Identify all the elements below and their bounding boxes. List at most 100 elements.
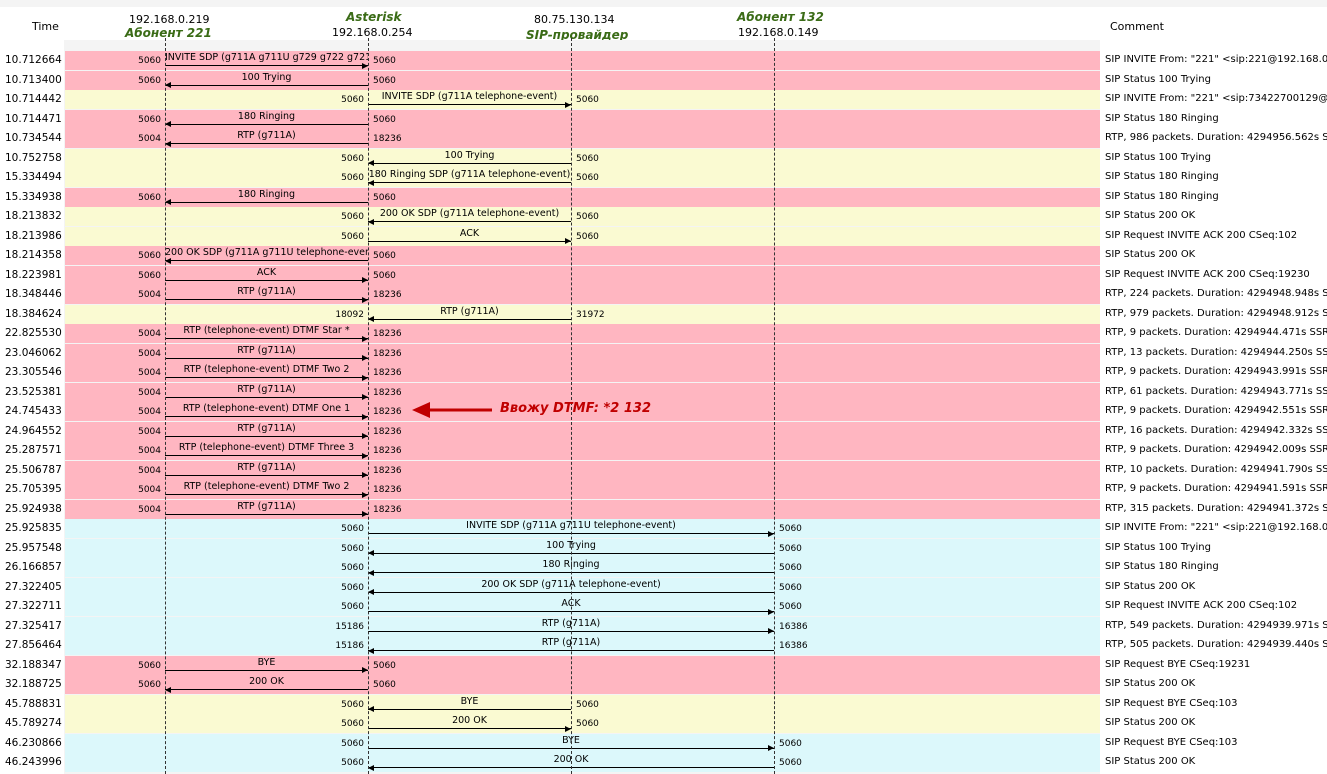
message-label[interactable]: RTP (telephone-event) DTMF Star *: [165, 325, 368, 336]
message-arrow[interactable]: [165, 669, 368, 671]
message-label[interactable]: RTP (telephone-event) DTMF Two 2: [165, 364, 368, 375]
message-arrow[interactable]: [368, 708, 571, 710]
host-name-132: Абонент 132: [737, 10, 824, 24]
message-arrow[interactable]: [165, 279, 368, 281]
comment-column-header[interactable]: Comment: [1110, 20, 1164, 33]
message-label[interactable]: RTP (telephone-event) DTMF One 1: [165, 403, 368, 414]
time-column-header[interactable]: Time: [32, 20, 59, 33]
message-arrow[interactable]: [165, 143, 368, 144]
message-label[interactable]: RTP (g711A): [165, 423, 368, 434]
row-comment: RTP, 224 packets. Duration: 4294948.948s…: [1105, 288, 1327, 299]
message-arrow[interactable]: [165, 377, 368, 378]
row-time: 18.384624: [5, 307, 62, 320]
row-time: 10.714442: [5, 93, 62, 105]
message-arrow[interactable]: [165, 260, 368, 261]
message-arrow[interactable]: [368, 728, 571, 729]
message-arrow[interactable]: [368, 182, 571, 183]
message-label[interactable]: RTP (g711A): [165, 384, 368, 395]
message-label[interactable]: 100 Trying: [368, 150, 571, 161]
message-label[interactable]: RTP (g711A): [165, 345, 368, 356]
message-arrow[interactable]: [368, 221, 571, 222]
message-arrow[interactable]: [165, 494, 368, 495]
message-arrow[interactable]: [165, 689, 368, 690]
message-arrow[interactable]: [165, 338, 368, 339]
message-label[interactable]: RTP (g711A): [368, 306, 571, 317]
dtmf-annotation: Ввожу DTMF: *2 132: [500, 401, 651, 416]
message-label[interactable]: RTP (g711A): [165, 462, 368, 473]
row-time: 18.223981: [5, 268, 62, 281]
message-arrow[interactable]: [165, 123, 368, 125]
destination-port: 18236: [373, 446, 402, 456]
row-time: 15.334938: [5, 190, 62, 203]
row-comment: SIP Request BYE CSeq:19231: [1105, 658, 1251, 670]
message-label[interactable]: 180 Ringing SDP (g711A telephone-event): [368, 169, 571, 180]
message-arrow[interactable]: [165, 65, 368, 66]
message-arrow[interactable]: [165, 357, 368, 359]
message-label[interactable]: BYE: [165, 657, 368, 668]
message-arrow[interactable]: [165, 84, 368, 86]
row-time: 46.243996: [5, 756, 62, 768]
destination-port: 18236: [373, 134, 402, 144]
source-port: 5060: [138, 192, 161, 203]
source-port: 5060: [341, 563, 364, 573]
row-comment: SIP Status 100 Trying: [1105, 73, 1211, 85]
row-time: 25.957548: [5, 541, 62, 554]
message-arrow[interactable]: [165, 435, 368, 437]
message-label[interactable]: BYE: [368, 696, 571, 707]
source-port: 5060: [341, 758, 364, 768]
host-ip-221: 192.168.0.219: [129, 13, 210, 26]
row-comment: SIP Request BYE CSeq:103: [1105, 697, 1238, 709]
destination-port: 18236: [373, 290, 402, 300]
destination-port: 5060: [373, 270, 396, 281]
message-label[interactable]: 200 OK: [165, 676, 368, 687]
message-label[interactable]: 200 OK: [368, 715, 571, 726]
message-label[interactable]: ACK: [368, 228, 571, 239]
row-comment: RTP, 9 packets. Duration: 4294942.551s S…: [1105, 405, 1327, 416]
message-arrow[interactable]: [165, 416, 368, 417]
message-label[interactable]: RTP (g711A): [165, 501, 368, 512]
row-comment: SIP Request INVITE ACK 200 CSeq:19230: [1105, 268, 1310, 280]
source-port: 5060: [341, 602, 364, 612]
message-arrow[interactable]: [165, 396, 368, 398]
message-label[interactable]: RTP (g711A): [165, 286, 368, 297]
message-label[interactable]: RTP (telephone-event) DTMF Three 3: [165, 442, 368, 453]
destination-port: 5060: [373, 192, 396, 203]
message-arrow[interactable]: [165, 513, 368, 515]
message-arrow[interactable]: [165, 455, 368, 456]
message-label[interactable]: INVITE SDP (g711A telephone-event): [368, 91, 571, 102]
message-arrow[interactable]: [368, 318, 571, 320]
row-time: 45.789274: [5, 717, 62, 729]
message-label[interactable]: RTP (g711A): [165, 130, 368, 141]
source-port: 5060: [341, 699, 364, 710]
row-time: 23.305546: [5, 366, 62, 378]
row-comment: SIP INVITE From: "221" <sip:221@192.168.…: [1105, 54, 1327, 65]
row-time: 27.322711: [5, 600, 62, 612]
message-arrow[interactable]: [368, 162, 571, 164]
destination-port: 18236: [373, 465, 402, 476]
source-port: 5004: [138, 446, 161, 456]
message-label[interactable]: 200 OK SDP (g711A telephone-event): [368, 208, 571, 219]
row-time: 25.287571: [5, 444, 62, 456]
message-label[interactable]: ACK: [165, 267, 368, 278]
source-port: 5004: [138, 348, 161, 359]
message-label[interactable]: RTP (telephone-event) DTMF Two 2: [165, 481, 368, 492]
message-label[interactable]: 200 OK SDP (g711A g711U telephone-event): [165, 247, 368, 258]
message-arrow[interactable]: [368, 104, 571, 105]
source-port: 5004: [138, 134, 161, 144]
message-arrow[interactable]: [368, 240, 571, 242]
message-label[interactable]: INVITE SDP (g711A g711U g729 g722 g721 t…: [165, 52, 368, 63]
message-arrow[interactable]: [165, 474, 368, 476]
message-arrow[interactable]: [165, 201, 368, 203]
message-label[interactable]: 180 Ringing: [165, 189, 368, 200]
source-port: 5060: [138, 56, 161, 66]
source-port: 5004: [138, 368, 161, 378]
message-arrow[interactable]: [165, 299, 368, 300]
destination-port: 5060: [779, 563, 802, 573]
row-comment: SIP Status 200 OK: [1105, 249, 1196, 260]
message-label[interactable]: 100 Trying: [165, 72, 368, 83]
destination-port: 18236: [373, 387, 402, 398]
row-time: 25.924938: [5, 502, 62, 515]
source-port: 5060: [341, 153, 364, 164]
source-port: 5004: [138, 329, 161, 339]
message-label[interactable]: 180 Ringing: [165, 111, 368, 122]
